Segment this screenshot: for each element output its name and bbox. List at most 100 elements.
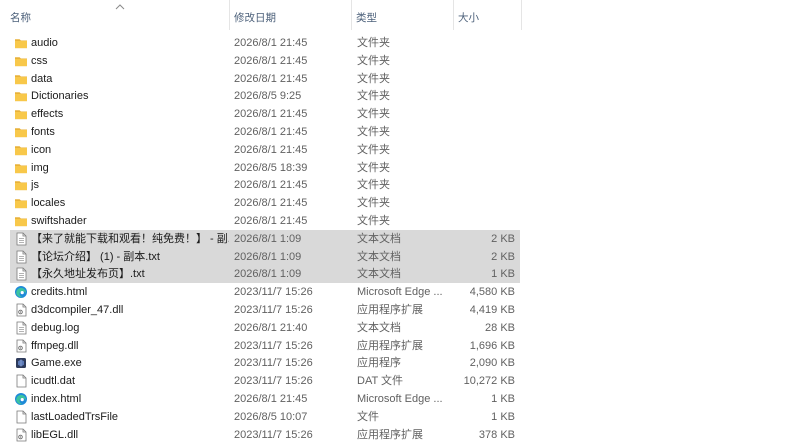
- file-row[interactable]: fonts 2026/8/1 21:45 文件夹: [10, 123, 522, 141]
- file-size: [458, 123, 515, 141]
- folder-icon: [14, 143, 28, 157]
- file-row[interactable]: index.html 2026/8/1 21:45 Microsoft Edge .…: [10, 390, 522, 408]
- folder-icon: [14, 125, 28, 139]
- file-date-modified: 2023/11/7 15:26: [234, 357, 313, 370]
- file-size: 2 KB: [491, 232, 515, 245]
- column-header-type[interactable]: 类型: [356, 0, 452, 30]
- file-name: Game.exe: [31, 357, 82, 370]
- file-row[interactable]: css 2026/8/1 21:45 文件夹: [10, 52, 522, 70]
- file-size: [458, 212, 515, 230]
- file-name: index.html: [31, 393, 82, 405]
- file-date-modified: 2026/8/5 9:25: [234, 90, 302, 103]
- file-size: 4,419 KB: [469, 304, 515, 316]
- file-type: 应用程序: [357, 357, 401, 370]
- column-divider[interactable]: [351, 0, 352, 30]
- file-date-modified: 2026/8/1 1:09: [234, 268, 302, 281]
- file-type: 文件夹: [357, 126, 390, 138]
- file-type: 文件夹: [357, 215, 390, 227]
- file-row[interactable]: locales 2026/8/1 21:45 文件夹: [10, 194, 522, 212]
- file-type: 文件夹: [357, 37, 390, 49]
- file-type: DAT 文件: [357, 375, 404, 388]
- file-date-modified: 2026/8/1 21:45: [234, 54, 308, 67]
- file-date-modified: 2026/8/1 21:40: [234, 321, 308, 334]
- file-type: 应用程序扩展: [357, 304, 423, 316]
- file-row[interactable]: Game.exe 2023/11/7 15:26 应用程序 2,090 KB: [10, 354, 522, 372]
- file-size: 1 KB: [491, 393, 515, 405]
- text-file-icon: [14, 232, 28, 246]
- file-name: effects: [31, 108, 64, 121]
- column-header-date-modified[interactable]: 修改日期: [234, 0, 350, 30]
- file-name: libEGL.dll: [31, 428, 79, 441]
- file-row[interactable]: 【永久地址发布页】.txt 2026/8/1 1:09 文本文档 1 KB: [10, 265, 520, 284]
- file-name: fonts: [31, 126, 55, 138]
- file-date-modified: 2023/11/7 15:26: [234, 375, 313, 388]
- text-file-icon: [14, 250, 28, 264]
- folder-icon: [14, 178, 28, 192]
- file-size: [458, 194, 515, 212]
- column-header-name[interactable]: 名称: [10, 0, 228, 30]
- file-size: [458, 141, 515, 159]
- blank-file-icon: [14, 410, 28, 424]
- file-size: [458, 87, 515, 105]
- file-size: 4,580 KB: [469, 286, 515, 299]
- file-row[interactable]: 【来了就能下载和观看！纯免费！】 - 副... 2026/8/1 1:09 文本文档…: [10, 229, 520, 248]
- file-row[interactable]: icon 2026/8/1 21:45 文件夹: [10, 141, 522, 159]
- column-divider[interactable]: [229, 0, 230, 30]
- column-divider[interactable]: [453, 0, 454, 30]
- folder-icon: [14, 161, 28, 175]
- file-date-modified: 2026/8/1 21:45: [234, 143, 308, 156]
- file-type: 文件夹: [357, 54, 390, 67]
- file-row[interactable]: Dictionaries 2026/8/5 9:25 文件夹: [10, 87, 522, 105]
- file-name: 【永久地址发布页】.txt: [31, 268, 145, 281]
- file-type: Microsoft Edge ...: [357, 286, 443, 299]
- file-row[interactable]: ffmpeg.dll 2023/11/7 15:26 应用程序扩展 1,696 KB: [10, 337, 522, 355]
- file-row[interactable]: effects 2026/8/1 21:45 文件夹: [10, 105, 522, 123]
- file-size: 28 KB: [485, 321, 515, 334]
- column-divider[interactable]: [521, 0, 522, 30]
- file-row[interactable]: data 2026/8/1 21:45 文件夹: [10, 70, 522, 88]
- file-size: 10,272 KB: [463, 375, 515, 388]
- file-date-modified: 2026/8/1 21:45: [234, 72, 308, 85]
- folder-icon: [14, 107, 28, 121]
- folder-icon: [14, 54, 28, 68]
- file-row[interactable]: libEGL.dll 2023/11/7 15:26 应用程序扩展 378 KB: [10, 426, 522, 443]
- file-size: [458, 159, 515, 177]
- file-type: Microsoft Edge ...: [357, 393, 443, 405]
- file-row[interactable]: credits.html 2023/11/7 15:26 Microsoft Edg…: [10, 283, 522, 301]
- file-size: 1 KB: [491, 268, 515, 281]
- file-row[interactable]: lastLoadedTrsFile 2026/8/5 10:07 文件 1 KB: [10, 408, 522, 426]
- file-name: icudtl.dat: [31, 375, 76, 388]
- file-row[interactable]: icudtl.dat 2023/11/7 15:26 DAT 文件 10,272 KB: [10, 372, 522, 390]
- file-size: [458, 105, 515, 123]
- edge-icon: [14, 285, 28, 299]
- file-type: 文本文档: [357, 250, 401, 263]
- column-header-size[interactable]: 大小: [458, 0, 522, 30]
- file-row[interactable]: img 2026/8/5 18:39 文件夹: [10, 159, 522, 177]
- file-name: img: [31, 161, 49, 174]
- file-size: [458, 70, 515, 88]
- column-header-bar: 名称 修改日期 类型 大小: [0, 0, 800, 30]
- file-date-modified: 2026/8/1 1:09: [234, 250, 302, 263]
- file-date-modified: 2026/8/1 1:09: [234, 232, 302, 245]
- file-name: audio: [31, 37, 58, 49]
- file-type: 文件夹: [357, 161, 390, 174]
- file-row[interactable]: debug.log 2026/8/1 21:40 文本文档 28 KB: [10, 319, 522, 337]
- folder-icon: [14, 89, 28, 103]
- file-row[interactable]: 【论坛介绍】 (1) - 副本.txt 2026/8/1 1:09 文本文档 2 KB: [10, 247, 520, 266]
- blank-file-icon: [14, 374, 28, 388]
- file-type: 文本文档: [357, 268, 401, 281]
- file-type: 文本文档: [357, 321, 401, 334]
- file-name: credits.html: [31, 286, 88, 299]
- file-date-modified: 2023/11/7 15:26: [234, 339, 313, 352]
- file-row[interactable]: swiftshader 2026/8/1 21:45 文件夹: [10, 212, 522, 230]
- dll-file-icon: [14, 303, 28, 317]
- file-name: locales: [31, 197, 66, 210]
- file-row[interactable]: d3dcompiler_47.dll 2023/11/7 15:26 应用程序扩展 4…: [10, 301, 522, 319]
- file-row[interactable]: js 2026/8/1 21:45 文件夹: [10, 176, 522, 194]
- file-name: Dictionaries: [31, 90, 89, 103]
- folder-icon: [14, 214, 28, 228]
- file-row[interactable]: audio 2026/8/1 21:45 文件夹: [10, 34, 522, 52]
- file-type: 文件夹: [357, 90, 390, 103]
- file-date-modified: 2023/11/7 15:26: [234, 286, 313, 299]
- folder-icon: [14, 196, 28, 210]
